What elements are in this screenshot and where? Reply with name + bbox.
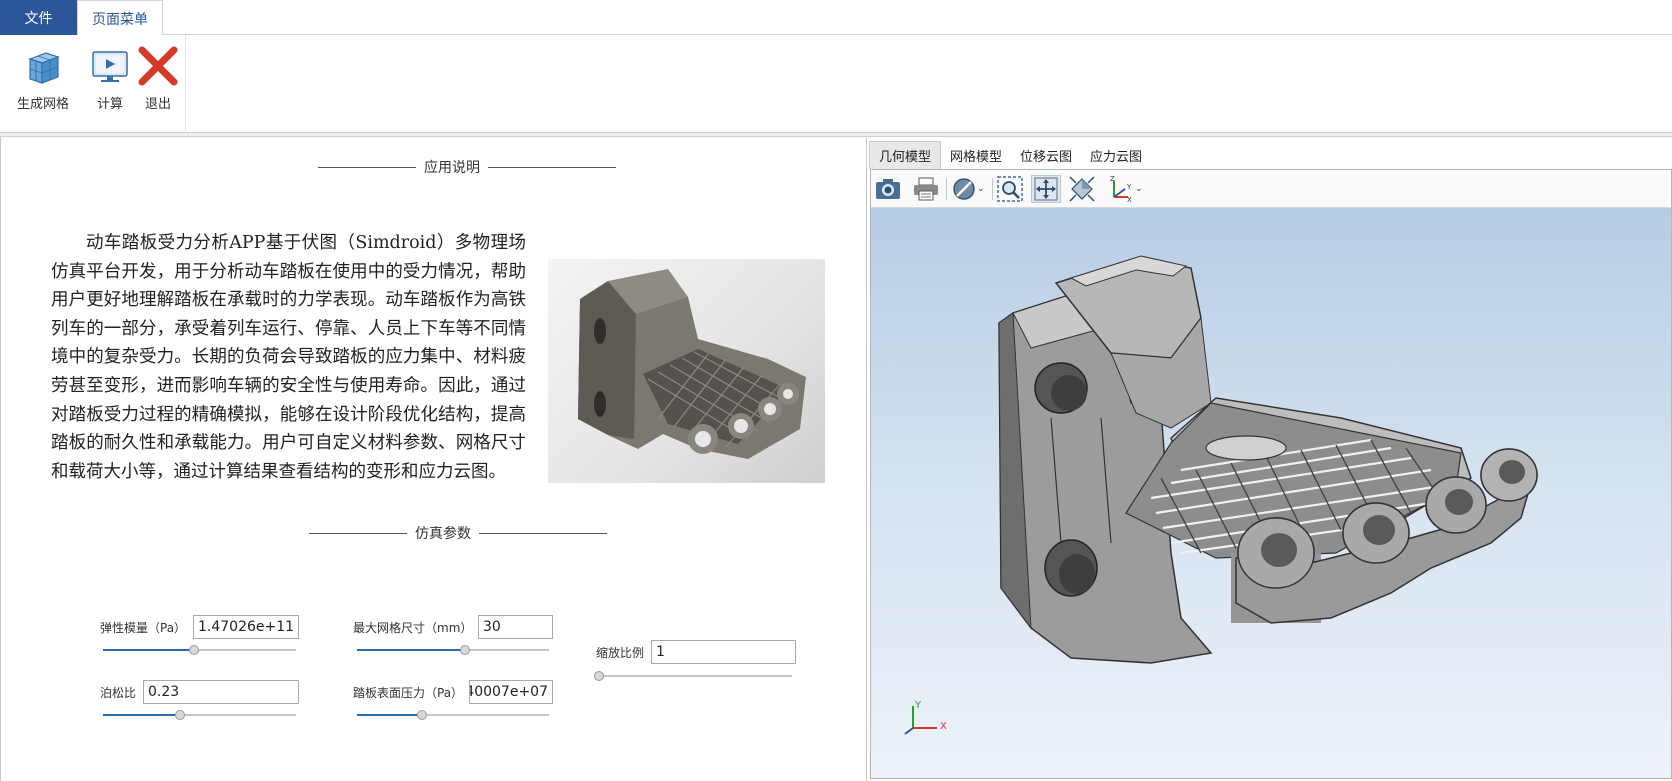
section-icon xyxy=(953,178,975,200)
svg-text:Z: Z xyxy=(1110,175,1115,183)
exit-label: 退出 xyxy=(144,97,171,112)
fit-view-icon xyxy=(1069,176,1095,202)
elastic-modulus-label: 弹性模量（Pa） xyxy=(100,621,187,635)
triad-y-label: Y xyxy=(915,700,922,711)
print-button[interactable] xyxy=(911,175,941,203)
pan-icon xyxy=(1034,177,1058,201)
svg-text:X: X xyxy=(1127,196,1132,203)
app-info-panel: 应用说明 动车踏板受力分析APP基于伏图（Simdroid）多物理场仿真平台开发… xyxy=(0,137,866,781)
slider-thumb[interactable] xyxy=(175,710,186,720)
screenshot-button[interactable] xyxy=(873,175,903,203)
ribbon-group: 生成网格 计算 退出 xyxy=(0,35,186,133)
slider-fill xyxy=(103,714,181,716)
compute-button[interactable]: 计算 xyxy=(89,45,131,112)
compute-label: 计算 xyxy=(96,97,123,112)
slider-thumb[interactable] xyxy=(417,710,428,720)
exit-button[interactable]: 退出 xyxy=(137,45,179,112)
axes-view-button[interactable]: Z Y X xyxy=(1105,175,1135,203)
surface-pressure-label: 踏板表面压力（Pa） xyxy=(353,686,464,700)
max-mesh-size-slider[interactable] xyxy=(357,645,549,655)
slider-fill xyxy=(103,649,194,651)
slider-fill xyxy=(357,649,465,651)
tab-stress-contour[interactable]: 应力云图 xyxy=(1081,141,1151,169)
scale-ratio-input[interactable]: 1 xyxy=(651,640,796,664)
poisson-ratio-label: 泊松比 xyxy=(100,686,137,700)
pedal-photo xyxy=(548,259,825,483)
max-mesh-size-input[interactable]: 30 xyxy=(478,615,553,639)
section-view-button[interactable] xyxy=(949,175,979,203)
generate-mesh-label: 生成网格 xyxy=(17,97,70,112)
tab-displacement-contour[interactable]: 位移云图 xyxy=(1011,141,1081,169)
print-icon xyxy=(914,177,938,201)
ribbon-panel: 生成网格 计算 退出 xyxy=(0,35,1672,133)
model-viewer: ⌄ Z Y X ⌄ Y X xyxy=(870,169,1672,779)
tab-file[interactable]: 文件 xyxy=(0,0,77,35)
slider-thumb[interactable] xyxy=(594,671,604,681)
zoom-box-icon xyxy=(997,176,1023,202)
pedal-render-image xyxy=(578,269,806,459)
viewer-tabs: 几何模型 网格模型 位移云图 应力云图 xyxy=(867,141,1151,169)
viewer-toolbar: ⌄ Z Y X ⌄ xyxy=(871,170,1671,208)
fit-view-button[interactable] xyxy=(1067,175,1097,203)
title-rule-right xyxy=(479,532,607,534)
intro-section-title: 应用说明 xyxy=(318,157,616,177)
tab-page-menu[interactable]: 页面菜单 xyxy=(77,0,163,36)
triad-x-label: X xyxy=(940,721,947,732)
surface-pressure-input[interactable]: 40007e+07 xyxy=(469,680,553,704)
svg-text:Y: Y xyxy=(1126,183,1132,191)
poisson-ratio-input[interactable]: 0.23 xyxy=(143,680,299,704)
tab-mesh-model[interactable]: 网格模型 xyxy=(941,141,1011,169)
scale-ratio-label: 缩放比例 xyxy=(596,646,645,660)
app-description: 动车踏板受力分析APP基于伏图（Simdroid）多物理场仿真平台开发，用于分析… xyxy=(51,233,526,482)
elastic-modulus-input[interactable]: 1.47026e+11 xyxy=(193,615,299,639)
exit-x-icon xyxy=(138,46,178,86)
chevron-down-icon[interactable]: ⌄ xyxy=(977,184,985,194)
intro-title-text: 应用说明 xyxy=(424,160,480,176)
mesh-cube-icon xyxy=(28,52,60,84)
elastic-modulus-slider[interactable] xyxy=(103,645,296,655)
title-rule-left xyxy=(318,166,416,168)
params-section-title: 仿真参数 xyxy=(309,523,607,543)
params-title-text: 仿真参数 xyxy=(415,526,471,542)
max-mesh-size-label: 最大网格尺寸（mm） xyxy=(353,621,473,635)
title-rule-left xyxy=(309,532,407,534)
surface-pressure-slider[interactable] xyxy=(357,710,549,720)
title-rule-right xyxy=(488,166,616,168)
camera-icon xyxy=(876,179,900,199)
ribbon-tabbar: 文件 页面菜单 xyxy=(0,0,1672,36)
tab-geometry-model[interactable]: 几何模型 xyxy=(869,141,942,169)
generate-mesh-button[interactable]: 生成网格 xyxy=(17,45,69,112)
zoom-box-button[interactable] xyxy=(995,175,1025,203)
axes-view-icon: Z Y X xyxy=(1110,175,1132,203)
slider-thumb[interactable] xyxy=(188,645,199,655)
toolbar-separator xyxy=(946,178,947,200)
chevron-down-icon[interactable]: ⌄ xyxy=(1135,184,1143,194)
viewer-panel: 几何模型 网格模型 位移云图 应力云图 ⌄ Z Y X ⌄ Y X xyxy=(866,137,1672,781)
poisson-ratio-slider[interactable] xyxy=(103,710,296,720)
scale-ratio-slider[interactable] xyxy=(594,671,792,681)
monitor-play-icon xyxy=(92,51,128,82)
3d-viewport[interactable]: Y X xyxy=(871,208,1671,778)
toolbar-separator xyxy=(992,178,993,200)
slider-thumb[interactable] xyxy=(459,645,470,655)
slider-track xyxy=(599,675,792,677)
slider-fill xyxy=(357,714,423,716)
pedal-3d-model xyxy=(904,255,1538,735)
pan-button[interactable] xyxy=(1031,175,1061,203)
